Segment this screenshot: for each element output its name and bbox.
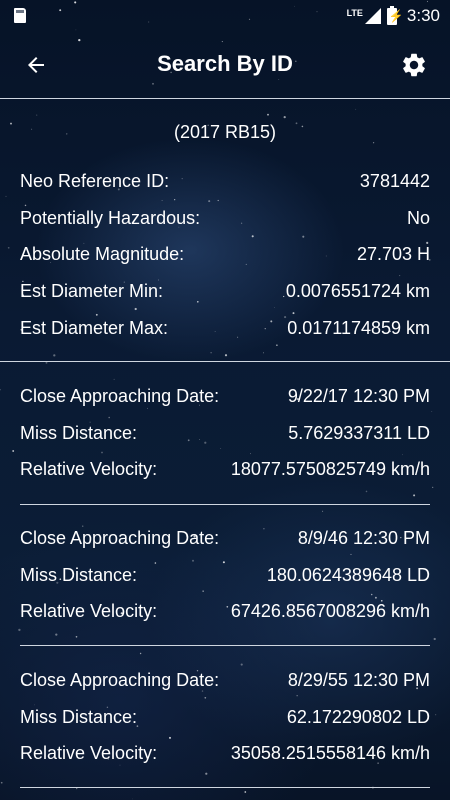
relative-velocity-label: Relative Velocity: (20, 601, 158, 622)
approach-date-label: Close Approaching Date: (20, 385, 220, 406)
detail-row-diameter-max: Est Diameter Max: 0.0171174859 km (20, 310, 430, 347)
approach-date-value: 8/29/55 12:30 PM (287, 669, 430, 690)
miss-distance-row: Miss Distance: 180.0624389648 LD (20, 557, 430, 594)
miss-distance-row: Miss Distance: 5.7629337311 LD (20, 415, 430, 452)
approach-item: Close Approaching Date: 8/29/55 12:30 PM… (20, 662, 430, 772)
detail-value: 27.703 H (356, 244, 430, 265)
network-type-label: LTE (346, 8, 363, 18)
approach-date-value: 9/22/17 12:30 PM (287, 385, 430, 406)
detail-row-magnitude: Absolute Magnitude: 27.703 H (20, 236, 430, 273)
detail-value: 0.0076551724 km (285, 280, 430, 301)
detail-value: 0.0171174859 km (287, 317, 430, 338)
approach-divider (20, 645, 430, 646)
settings-button[interactable] (398, 49, 430, 81)
approach-item: Close Approaching Date: 8/9/46 12:30 PM … (20, 520, 430, 630)
approach-item: Close Approaching Date: 9/22/17 12:30 PM… (20, 378, 430, 488)
miss-distance-label: Miss Distance: (20, 564, 138, 585)
miss-distance-value: 5.7629337311 LD (288, 422, 430, 443)
page-title: Search By ID (157, 51, 293, 76)
signal-icon (364, 8, 381, 24)
detail-label: Potentially Hazardous: (20, 207, 201, 228)
detail-row-hazardous: Potentially Hazardous: No (20, 200, 430, 237)
detail-row-diameter-min: Est Diameter Min: 0.0076551724 km (20, 273, 430, 310)
relative-velocity-value: 35058.2515558146 km/h (230, 743, 430, 764)
detail-label: Absolute Magnitude: (20, 244, 185, 265)
relative-velocity-value: 18077.5750825749 km/h (230, 459, 430, 480)
approach-date-value: 8/9/46 12:30 PM (297, 527, 430, 548)
status-time: 3:30 (406, 6, 440, 25)
approach-date-label: Close Approaching Date: (20, 669, 220, 690)
gear-icon (403, 53, 425, 77)
approach-date-row: Close Approaching Date: 8/29/55 12:30 PM (20, 662, 430, 699)
detail-label: Neo Reference ID: (20, 170, 170, 191)
approach-divider (20, 504, 430, 505)
relative-velocity-row: Relative Velocity: 67426.8567008296 km/h (20, 593, 430, 630)
miss-distance-row: Miss Distance: 62.172290802 LD (20, 699, 430, 736)
section-divider (0, 361, 450, 362)
miss-distance-label: Miss Distance: (20, 422, 138, 443)
app-bar: Search By ID (0, 32, 450, 98)
relative-velocity-value: 67426.8567008296 km/h (230, 601, 430, 622)
detail-value: 3781442 (359, 170, 430, 191)
sd-card-icon (14, 8, 26, 23)
neo-name: (2017 RB15) (173, 122, 277, 142)
relative-velocity-label: Relative Velocity: (20, 459, 158, 480)
approach-date-label: Close Approaching Date: (20, 527, 220, 548)
miss-distance-value: 62.172290802 LD (286, 706, 430, 727)
relative-velocity-row: Relative Velocity: 18077.5750825749 km/h (20, 451, 430, 488)
approach-date-row: Close Approaching Date: 8/9/46 12:30 PM (20, 520, 430, 557)
relative-velocity-row: Relative Velocity: 35058.2515558146 km/h (20, 735, 430, 772)
status-bar: LTE ⚡ 3:30 (0, 0, 450, 32)
relative-velocity-label: Relative Velocity: (20, 743, 158, 764)
miss-distance-label: Miss Distance: (20, 706, 138, 727)
neo-details: Neo Reference ID: 3781442 Potentially Ha… (20, 163, 430, 346)
detail-label: Est Diameter Min: (20, 280, 164, 301)
app-bar-divider (0, 98, 450, 99)
detail-label: Est Diameter Max: (20, 317, 169, 338)
approach-divider (20, 787, 430, 788)
detail-value: No (406, 207, 430, 228)
battery-charging-icon: ⚡ (386, 5, 404, 25)
detail-row-reference-id: Neo Reference ID: 3781442 (20, 163, 430, 200)
miss-distance-value: 180.0624389648 LD (266, 564, 430, 585)
approach-date-row: Close Approaching Date: 9/22/17 12:30 PM (20, 378, 430, 415)
